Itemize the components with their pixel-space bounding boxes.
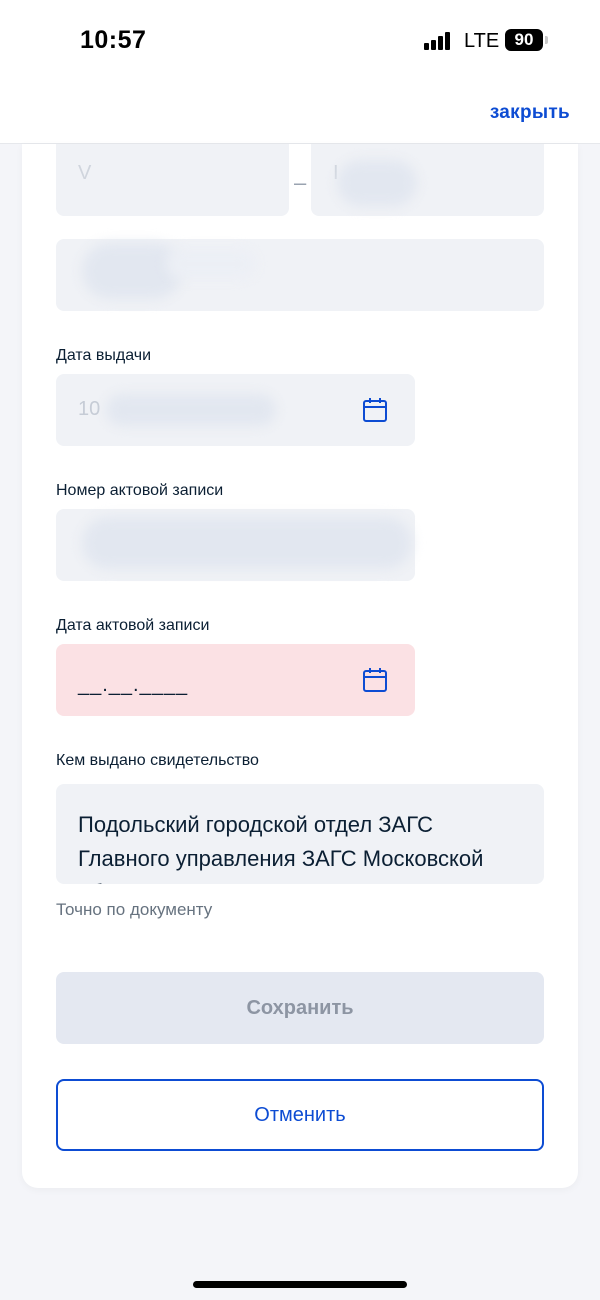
redaction-blur bbox=[337, 160, 417, 206]
issued-by-value: Подольский городской отдел ЗАГС Главного… bbox=[78, 812, 484, 884]
issued-by-label: Кем выдано свидетельство bbox=[56, 752, 259, 769]
number-field[interactable]: I bbox=[311, 144, 544, 216]
record-date-field[interactable]: __.__.____ bbox=[56, 644, 415, 716]
issue-date-label: Дата выдачи bbox=[56, 347, 152, 364]
series-field[interactable]: V bbox=[56, 144, 289, 216]
redacted-field[interactable] bbox=[56, 239, 544, 311]
record-number-field[interactable] bbox=[56, 509, 415, 581]
signal-icon bbox=[424, 32, 454, 50]
status-time: 10:57 bbox=[80, 26, 147, 54]
redaction-blur bbox=[166, 249, 256, 279]
redaction-blur bbox=[106, 394, 276, 426]
network-type: LTE bbox=[464, 30, 500, 52]
save-button[interactable]: Сохранить bbox=[56, 972, 544, 1044]
series-dash: – bbox=[294, 170, 307, 195]
record-date-label: Дата актовой записи bbox=[56, 617, 210, 634]
calendar-icon[interactable] bbox=[361, 396, 389, 424]
battery-icon: 90 bbox=[505, 29, 543, 51]
cancel-button[interactable]: Отменить bbox=[56, 1079, 544, 1151]
record-date-value: __.__.____ bbox=[78, 674, 189, 696]
status-bar: 10:57 LTE 90 bbox=[0, 0, 600, 84]
record-number-label: Номер актовой записи bbox=[56, 482, 224, 499]
series-field-value: V bbox=[78, 162, 92, 184]
battery-tip bbox=[545, 36, 548, 44]
issued-by-hint: Точно по документу bbox=[56, 900, 213, 919]
redaction-blur bbox=[82, 517, 412, 569]
issue-date-field[interactable]: 10 bbox=[56, 374, 415, 446]
close-link[interactable]: закрыть bbox=[490, 102, 570, 124]
calendar-icon[interactable] bbox=[361, 666, 389, 694]
top-bar: закрыть bbox=[0, 84, 600, 144]
issued-by-textarea[interactable]: Подольский городской отдел ЗАГС Главного… bbox=[56, 784, 544, 884]
issue-date-value: 10 bbox=[78, 398, 101, 420]
home-indicator bbox=[193, 1281, 407, 1288]
